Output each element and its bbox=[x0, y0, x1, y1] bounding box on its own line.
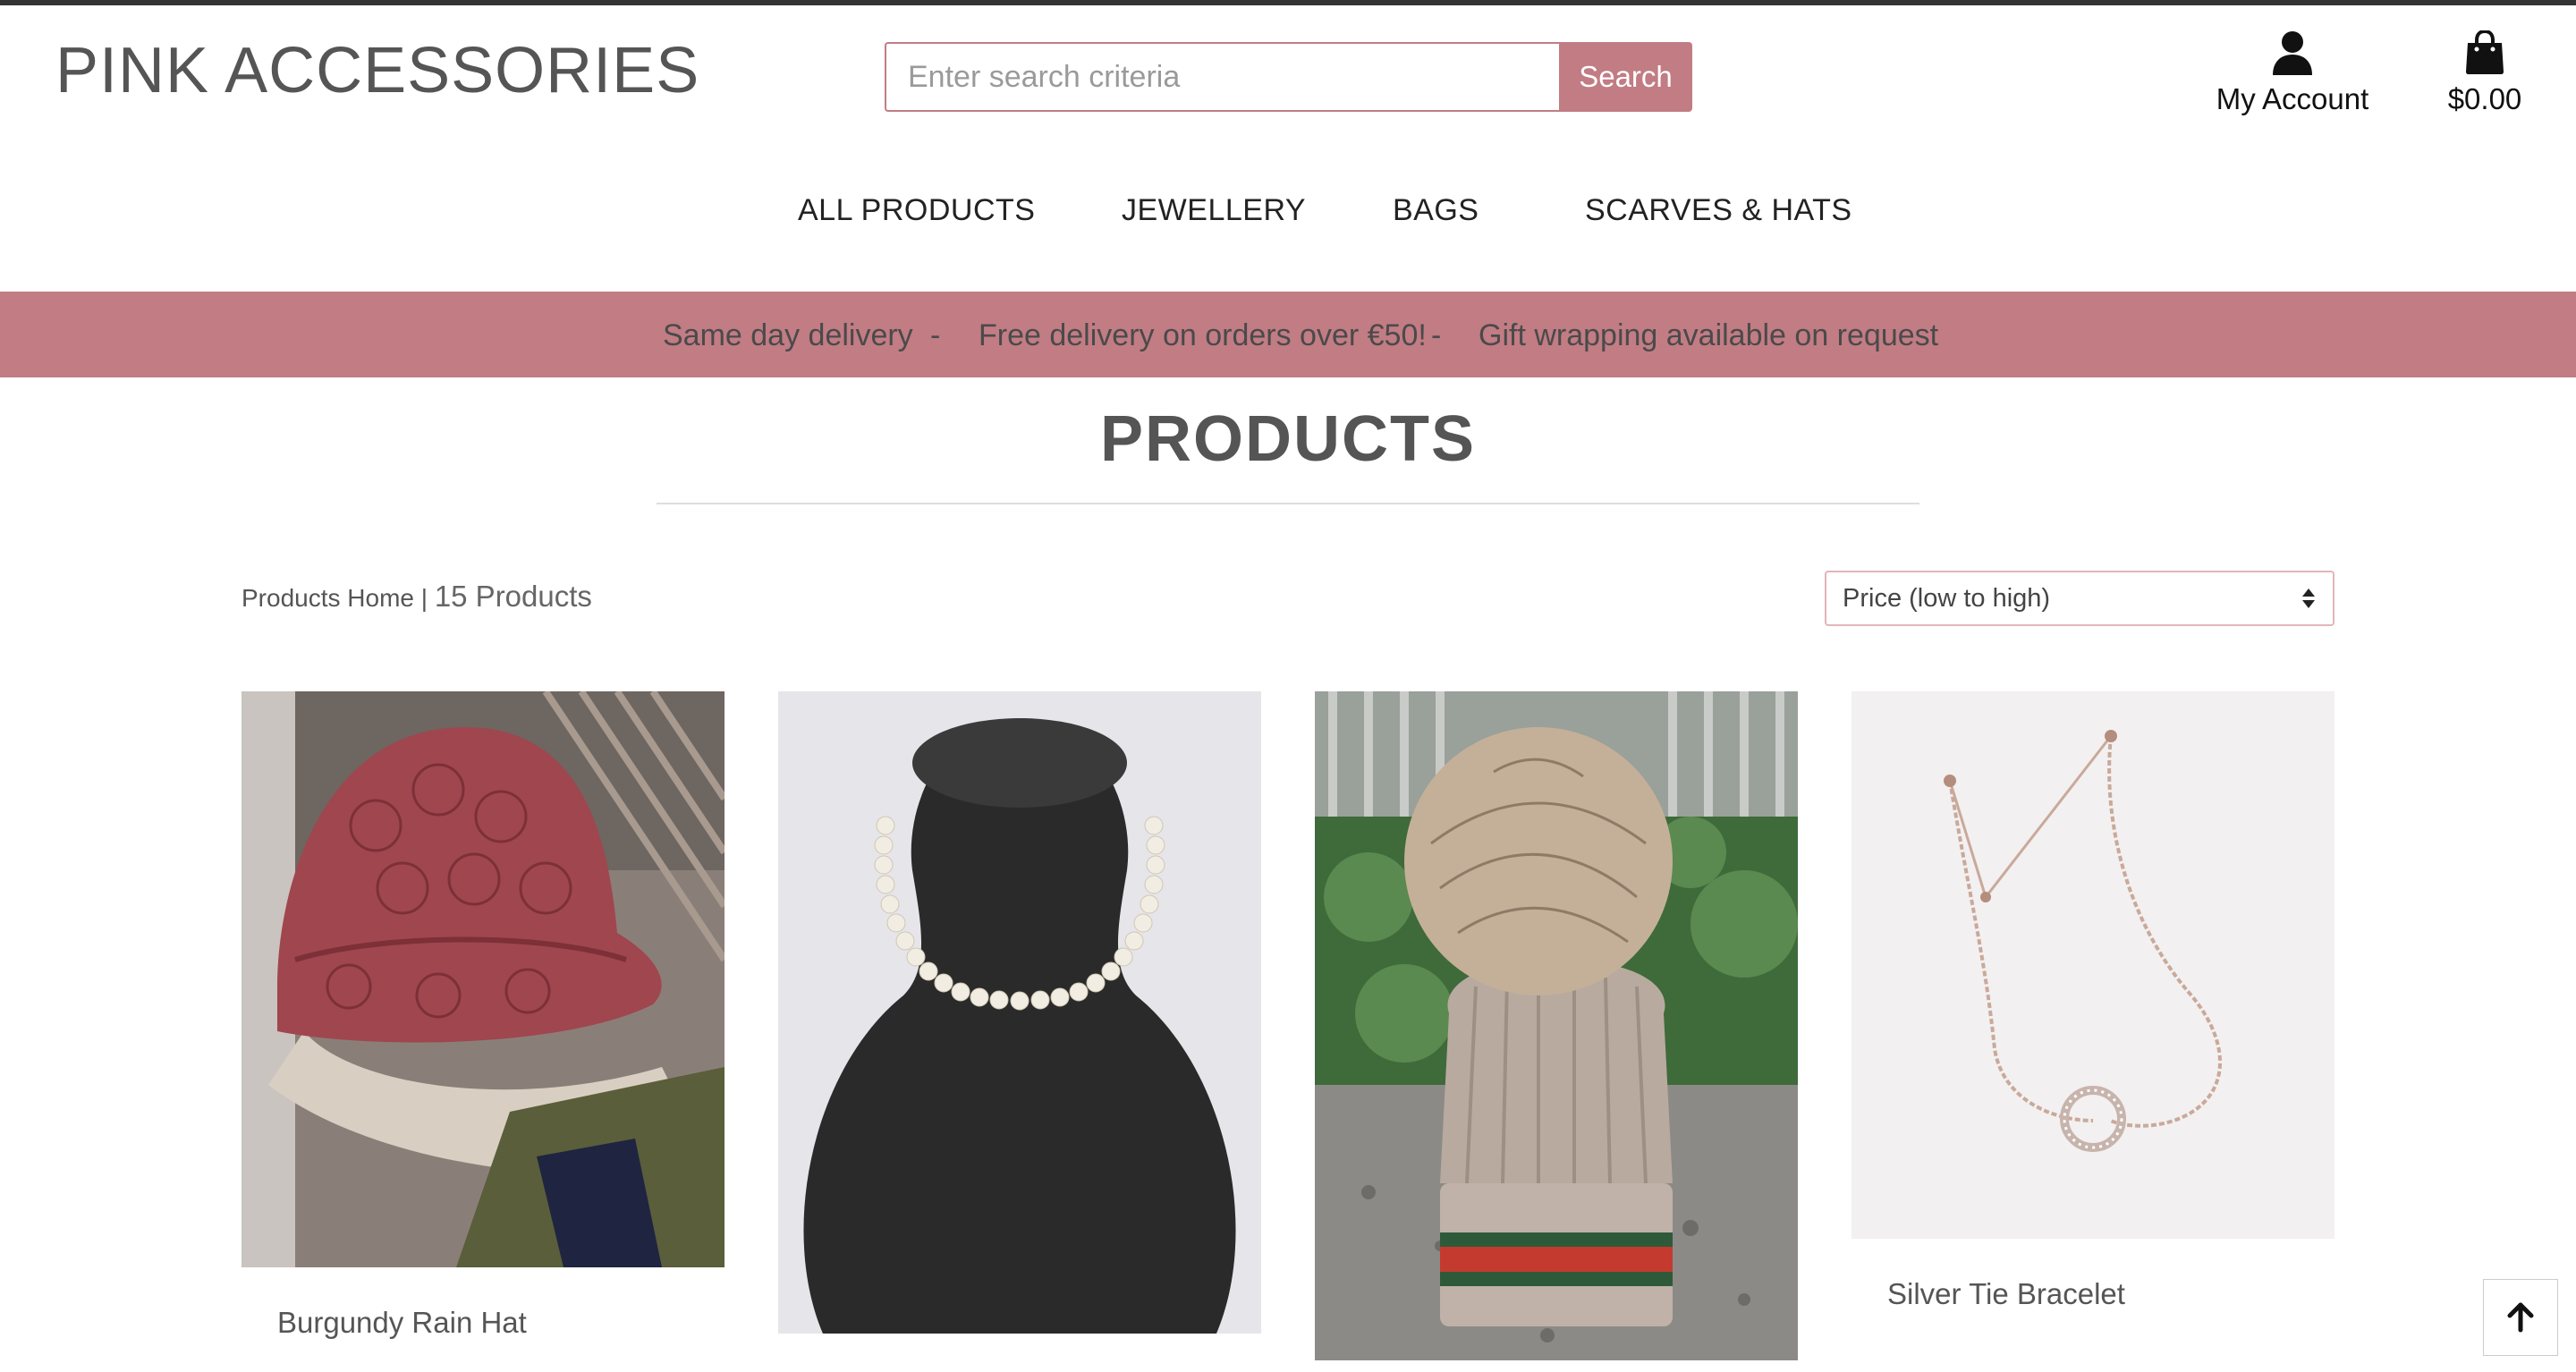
nav-scarves-hats[interactable]: SCARVES & HATS bbox=[1585, 193, 1852, 228]
banner-message-free-delivery: Free delivery on orders over €50! bbox=[979, 318, 1427, 352]
search-input[interactable] bbox=[885, 42, 1559, 112]
search-button[interactable]: Search bbox=[1559, 42, 1692, 112]
banner-separator: - bbox=[930, 318, 941, 352]
breadcrumb-separator: | bbox=[420, 584, 428, 612]
banner-message-delivery: Same day delivery bbox=[663, 318, 913, 352]
my-account-link[interactable]: My Account bbox=[2207, 30, 2377, 116]
product-image[interactable] bbox=[1852, 691, 2334, 1239]
breadcrumb: Products Home | 15 Products bbox=[242, 580, 592, 614]
sort-caret-icon bbox=[2302, 589, 2315, 608]
product-count: 15 Products bbox=[434, 580, 592, 613]
shopping-bag-icon bbox=[2466, 30, 2504, 74]
nav-jewellery[interactable]: JEWELLERY bbox=[1122, 193, 1306, 228]
product-name[interactable]: Burgundy Rain Hat bbox=[277, 1306, 527, 1340]
back-to-top-button[interactable] bbox=[2483, 1279, 2558, 1356]
product-image[interactable] bbox=[1315, 691, 1798, 1360]
user-icon bbox=[2273, 31, 2312, 75]
product-image[interactable] bbox=[242, 691, 724, 1267]
product-name[interactable]: Silver Tie Bracelet bbox=[1887, 1277, 2125, 1311]
delivery-banner: Same day delivery - Free delivery on ord… bbox=[0, 292, 2576, 377]
brand-logo[interactable]: PINK ACCESSORIES bbox=[55, 34, 699, 107]
my-account-label: My Account bbox=[2216, 82, 2369, 115]
product-image[interactable] bbox=[778, 691, 1261, 1334]
banner-separator: - bbox=[1431, 318, 1442, 352]
nav-bags[interactable]: BAGS bbox=[1393, 193, 1479, 228]
arrow-up-icon bbox=[2507, 1302, 2534, 1333]
banner-message-gift-wrapping: Gift wrapping available on request bbox=[1479, 318, 1939, 352]
top-border bbox=[0, 0, 2576, 5]
cart-link[interactable]: $0.00 bbox=[2431, 30, 2538, 116]
cart-total: $0.00 bbox=[2447, 82, 2522, 115]
search-form: Search bbox=[885, 42, 1692, 112]
main-nav: ALL PRODUCTS JEWELLERY BAGS SCARVES & HA… bbox=[0, 193, 2576, 231]
products-home-link[interactable]: Products Home bbox=[242, 584, 414, 612]
title-divider bbox=[657, 503, 1919, 504]
nav-all-products[interactable]: ALL PRODUCTS bbox=[798, 193, 1035, 228]
page-title: PRODUCTS bbox=[1099, 403, 1476, 475]
sort-selected-value: Price (low to high) bbox=[1843, 583, 2051, 613]
sort-select[interactable]: Price (low to high) bbox=[1825, 571, 2334, 626]
